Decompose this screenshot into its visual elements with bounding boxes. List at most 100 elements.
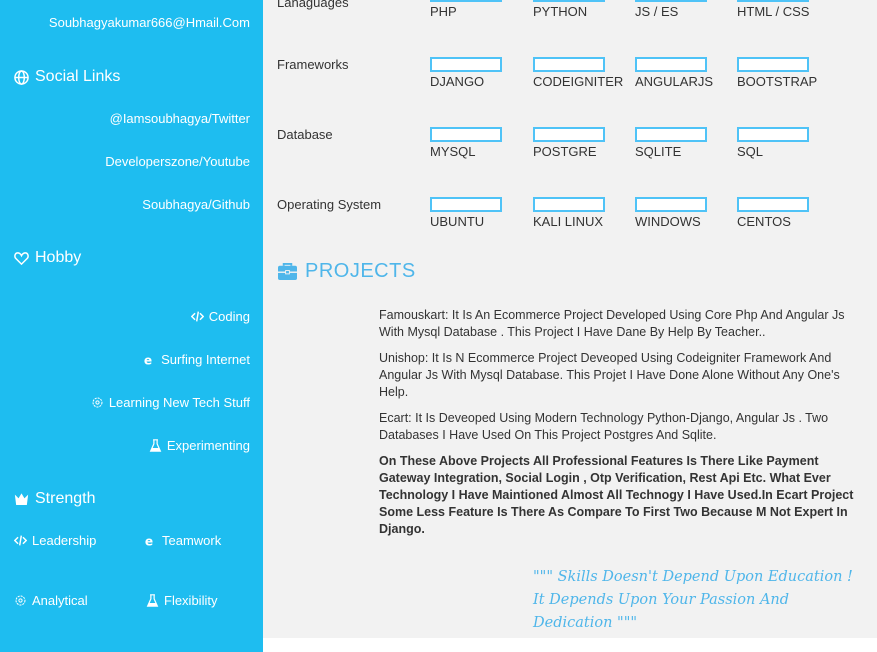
hobby-title: Hobby (35, 249, 82, 266)
skill-bar (533, 0, 605, 2)
skill-angularjs: ANGULARJS (635, 57, 735, 89)
github-link[interactable]: Soubhagya/Github (142, 197, 250, 212)
github-link-label: Soubhagya/Github (142, 197, 250, 212)
svg-text:e: e (145, 534, 153, 547)
hobby-coding: Coding (190, 309, 250, 324)
svg-text:e: e (144, 353, 152, 366)
hobby-learning: Learning New Tech Stuff (91, 395, 250, 410)
projects-heading: PROJECTS (277, 260, 416, 283)
email-text: Soubhagyakumar666@Hmail.Com (48, 15, 250, 30)
skill-centos: CENTOS (737, 197, 837, 229)
sidebar: Soubhagyakumar666@Hmail.Com Social Links… (0, 0, 263, 652)
skill-bar (533, 127, 605, 142)
hobby-experimenting: Experimenting (149, 438, 250, 453)
skill-bootstrap: BOOTSTRAP (737, 57, 837, 89)
skill-bar (533, 57, 605, 72)
strength-flexibility: Flexibility (146, 593, 217, 608)
skill-bar (430, 57, 502, 72)
hobby-label: Experimenting (166, 438, 250, 453)
skill-name: POSTGRE (533, 144, 597, 159)
twitter-link-label: @Iamsoubhagya/Twitter (109, 111, 250, 126)
skill-name: MYSQL (430, 144, 476, 159)
project-famouskart: Famouskart: It Is An Ecommerce Project D… (379, 308, 845, 339)
skill-js: JS / ES (635, 0, 735, 19)
projects-title: PROJECTS (305, 260, 416, 282)
skills-quote: """ Skills Doesn't Depend Upon Education… (533, 569, 853, 631)
skill-bar (430, 0, 502, 2)
flask-icon (149, 439, 162, 452)
skill-bar (737, 0, 809, 2)
skill-row-label-os: Operating System (277, 197, 382, 212)
code-icon (14, 535, 27, 546)
skill-name: HTML / CSS (737, 4, 810, 19)
project-ecart: Ecart: It Is Deveoped Using Modern Techn… (379, 411, 829, 442)
hobby-label: Learning New Tech Stuff (108, 395, 250, 410)
projects-summary: On These Above Projects All Professional… (379, 454, 854, 536)
skill-windows: WINDOWS (635, 197, 735, 229)
project-unishop: Unishop: It Is N Ecommerce Project Deveo… (379, 351, 840, 399)
skill-bar (635, 127, 707, 142)
skill-name: CODEIGNITER (533, 74, 624, 89)
skill-html-css: HTML / CSS (737, 0, 837, 19)
skill-python: PYTHON (533, 0, 633, 19)
social-links-title: Social Links (35, 68, 121, 85)
main-content: Lanaguages PHP PYTHON JS / ES HTML / CSS… (263, 0, 877, 638)
skill-codeigniter: CODEIGNITER (533, 57, 633, 89)
hobby-label: Surfing Internet (161, 352, 250, 367)
briefcase-icon (278, 262, 297, 281)
skill-django: DJANGO (430, 57, 530, 89)
flask-icon (146, 594, 159, 607)
hobby-surfing: e Surfing Internet (143, 352, 250, 367)
skill-bar (635, 57, 707, 72)
skill-sqlite: SQLITE (635, 127, 735, 159)
skill-name: KALI LINUX (533, 214, 604, 229)
code-icon (190, 311, 204, 322)
skill-bar (430, 197, 502, 212)
hobby-heading: Hobby (14, 249, 81, 267)
skill-name: BOOTSTRAP (737, 74, 818, 89)
skill-bar (635, 197, 707, 212)
skill-sql: SQL (737, 127, 837, 159)
strength-label: Teamwork (162, 533, 222, 548)
heart-icon (14, 251, 29, 265)
skill-row-label-languages: Lanaguages (277, 0, 349, 11)
skill-bar (430, 127, 502, 142)
skill-name: SQLITE (635, 144, 682, 159)
strength-title: Strength (35, 490, 96, 507)
strength-label: Leadership (32, 533, 97, 548)
skill-mysql: MYSQL (430, 127, 530, 159)
gear-icon (92, 397, 103, 408)
skill-name: UBUNTU (430, 214, 485, 229)
skill-row-label-frameworks: Frameworks (277, 57, 349, 72)
skill-row-label-database: Database (277, 127, 333, 142)
skill-postgre: POSTGRE (533, 127, 633, 159)
skill-php: PHP (430, 0, 530, 19)
gear-icon (15, 595, 26, 606)
strength-label: Analytical (32, 593, 88, 608)
strength-label: Flexibility (164, 593, 218, 608)
skill-name: PHP (430, 4, 457, 19)
skill-kali-linux: KALI LINUX (533, 197, 633, 229)
skill-row-label-line2: Lanaguages (277, 0, 349, 10)
skill-name: CENTOS (737, 214, 791, 229)
skill-bar (533, 197, 605, 212)
strength-teamwork: e Teamwork (144, 533, 221, 548)
skill-bar (737, 197, 809, 212)
strength-analytical: Analytical (14, 593, 88, 608)
skill-bar (737, 57, 809, 72)
youtube-link-label: Developerszone/Youtube (105, 154, 250, 169)
internet-explorer-icon: e (144, 353, 152, 366)
skill-bar (737, 127, 809, 142)
skill-name: PYTHON (533, 4, 588, 19)
hobby-label: Coding (208, 309, 250, 324)
social-links-heading: Social Links (14, 68, 120, 86)
skill-ubuntu: UBUNTU (430, 197, 530, 229)
internet-explorer-icon: e (145, 534, 153, 547)
youtube-link[interactable]: Developerszone/Youtube (105, 154, 250, 169)
skill-name: WINDOWS (635, 214, 701, 229)
twitter-link[interactable]: @Iamsoubhagya/Twitter (110, 111, 250, 126)
skill-name: ANGULARJS (635, 74, 714, 89)
crown-icon (14, 492, 29, 505)
globe-icon (14, 69, 29, 85)
skill-bar (635, 0, 707, 2)
